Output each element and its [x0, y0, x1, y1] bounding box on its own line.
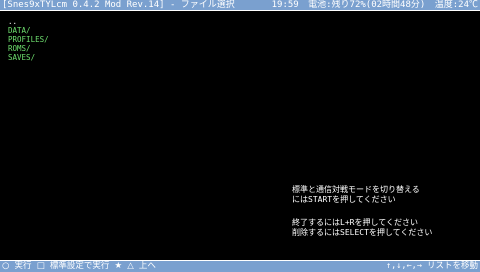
star-icon: ★ [114, 261, 123, 271]
battery-status: 電池:残り72%(02時間48分) [308, 0, 426, 10]
help-line-mode-switch: 標準と通信対戦モードを切り替える [292, 185, 420, 194]
status-area: 19:59 電池:残り72%(02時間48分) 温度:24℃ [268, 0, 478, 10]
execute-label: 実行 [14, 261, 32, 271]
folder-item-roms[interactable]: ROMS/ [8, 44, 49, 53]
help-line-start: にはSTARTを押してください [292, 195, 396, 204]
folder-item-profiles[interactable]: PROFILES/ [8, 35, 49, 44]
circle-icon: ○ [2, 261, 10, 271]
temperature-status: 温度:24℃ [434, 0, 478, 10]
triangle-icon: △ [127, 261, 134, 271]
title-bar: [Snes9xTYLcm 0.4.2 Mod Rev.14] - ファイル選択 … [0, 0, 480, 10]
clock: 19:59 [271, 0, 299, 10]
folder-item-data[interactable]: DATA/ [8, 26, 49, 35]
help-line-exit: 終了するにはL+Rを押してください [292, 218, 418, 227]
file-list[interactable]: .. DATA/ PROFILES/ ROMS/ SAVES/ [8, 17, 49, 62]
app-title: [Snes9xTYLcm 0.4.2 Mod Rev.14] - ファイル選択 [2, 0, 235, 10]
help-text: 標準と通信対戦モードを切り替える にはSTARTを押してください 終了するにはL… [292, 185, 472, 238]
button-hint-bar: ○ 実行 □ 標準設定で実行 ★ △ 上へ ↑,↓,←,→ リストを移動 [0, 261, 480, 272]
run-default-label: 標準設定で実行 [49, 261, 110, 271]
dpad-hint: ↑,↓,←,→ リストを移動 [386, 261, 478, 271]
square-icon: □ [36, 261, 45, 271]
folder-item-saves[interactable]: SAVES/ [8, 53, 49, 62]
help-line-delete: 削除するにはSELECTを押してください [292, 228, 433, 237]
go-up-label: 上へ [138, 261, 156, 271]
parent-directory-item[interactable]: .. [8, 17, 49, 26]
title-divider [0, 10, 480, 11]
